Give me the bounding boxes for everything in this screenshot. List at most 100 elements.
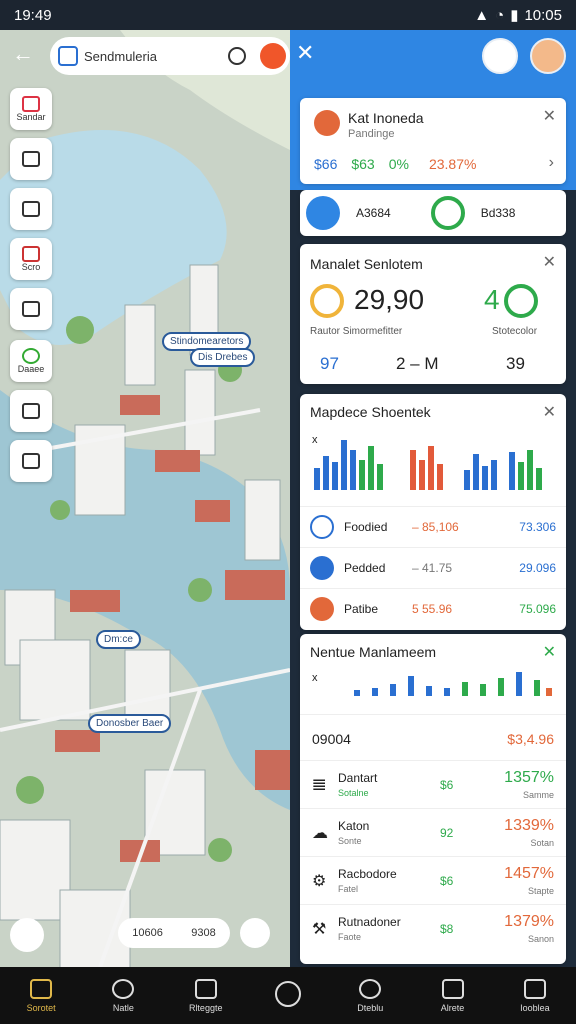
map-stat-right: 9308 [191,927,216,939]
nav-item-home[interactable]: Sorotet [6,978,76,1013]
market-panel: Manalet Senlotem ✕ 29,90 4 Rautor Simorm… [300,244,566,384]
map-label[interactable]: Dm:ce [96,630,141,649]
value-2: $63 [351,156,375,172]
row-pct: 1379% [504,912,554,930]
row-tag: Samme [522,789,554,800]
table-row[interactable]: ☁ Katon Sonte 92 1339% Sotan [300,808,566,856]
status-icons: ▲ ◔ ▮ 10:05 [474,6,562,25]
bar-chart[interactable] [314,430,554,490]
row-pct-cell: 1339% Sotan [490,817,554,849]
sidebar-item-chart[interactable] [10,390,52,432]
sidebar-item-map[interactable] [10,188,52,230]
row-mid: $6 [440,873,454,888]
chart-icon [22,403,40,419]
list-item[interactable]: Patibe 5 55.96 75.096 [300,588,566,629]
scan-icon [22,246,40,262]
mini-bar-chart[interactable] [314,666,554,696]
panel-title: Nentue Manlameem [310,644,437,660]
map-stats-pill[interactable]: 10606 9308 [118,918,230,948]
coin-icon [359,978,382,999]
top-bar: ← Sendmuleria ✕ [0,30,576,80]
app-logo-icon [58,46,78,66]
list-item[interactable]: Pedded – 41.75 29.096 [300,547,566,588]
row-name-cell: Racbodore Fatel [338,867,440,895]
nav-item-library[interactable]: Iooblea [500,978,570,1013]
sidebar-item-tag[interactable] [10,440,52,482]
chevron-right-icon[interactable]: › [549,154,554,172]
row-pct: 1339% [504,816,554,834]
row-value-2: 75.096 [519,602,556,616]
search-input[interactable]: Sendmuleria [84,49,222,64]
nav-item-center[interactable] [253,980,323,1011]
nav-item-nature[interactable]: Natle [88,978,158,1013]
gauge-icon [310,284,344,318]
nav-item-network[interactable]: Alrete [418,978,488,1013]
toggle-icon[interactable] [430,196,465,230]
map-stat-left: 10606 [132,927,163,939]
map-label[interactable]: Dis Drebes [190,348,256,367]
table-row[interactable]: ⚒ Rutnadoner Faote $8 1379% Sanon [300,904,566,952]
sidebar-item-data[interactable]: Daaee [10,340,52,382]
search-icon[interactable] [306,196,340,230]
panel-title: Manalet Senlotem [310,256,423,272]
chart-icon: 𝌆 [312,776,327,794]
sidebar-item-share[interactable] [10,288,52,330]
row-mid: $6 [440,777,454,792]
row-tag: Stapte [527,885,554,896]
nav-item-buildings[interactable]: Rlteggte [171,978,241,1013]
share-icon [22,301,40,317]
nav-label: Iooblea [520,1002,550,1013]
close-icon[interactable]: ✕ [543,402,556,422]
map-flag-button[interactable] [240,918,270,948]
circle-icon [274,980,301,1007]
overview-panel: Kat Inoneda Pandinge ✕ $66 $63 0% 23.87%… [300,98,566,184]
nav-label: Alrete [440,1002,465,1013]
hammer-icon: ⚒ [312,920,327,938]
brand-icon [314,110,340,136]
stat-3: 39 [506,354,525,373]
sidebar-item-scan[interactable]: Scro [10,238,52,280]
sidebar-label: Daaee [17,364,45,374]
cloud-icon: ☁ [312,824,328,842]
status-time: 19:49 [14,6,52,24]
device-icon[interactable] [482,38,518,74]
network-icon [441,978,464,999]
brand-icon [22,96,40,112]
management-panel: Nentue Manlameem ✕ x 09004 $3,4.96 𝌆 Dan… [300,634,566,964]
tag-icon [22,453,40,469]
bottom-nav: Sorotet Natle Rlteggte Dteblu Alrete Ioo… [0,967,576,1024]
close-icon[interactable]: ✕ [543,252,556,272]
map-location-button[interactable] [10,918,44,952]
table-row[interactable]: 𝌆 Dantart Sotalne $6 1357% Samme [300,760,566,808]
avatar[interactable] [530,38,566,74]
list-item[interactable]: Foodied – 85,106 73.306 [300,506,566,547]
voice-orb-icon[interactable] [260,43,286,69]
map-icon [22,201,40,217]
row-mid: $8 [440,921,454,936]
map-label[interactable]: Donosber Baer [88,714,172,733]
expand-icon[interactable]: ✕ [543,642,556,662]
table-row[interactable]: ⚙ Racbodore Fatel $6 1457% Stapte [300,856,566,904]
sidebar-item-layers[interactable] [10,138,52,180]
back-arrow-icon[interactable]: ← [8,40,38,70]
row-tag: Sotan [530,837,554,848]
sidebar-item-home[interactable]: Sandar [10,88,52,130]
header-left: 09004 [312,730,351,747]
stat-left: A3684 [356,206,391,220]
row-sub: Fatel [338,883,359,894]
close-icon[interactable]: ✕ [543,106,556,126]
wifi-icon: ◔ [495,6,505,24]
row-name: Patibe [344,602,379,616]
search-bar[interactable]: Sendmuleria [50,37,290,75]
search-icon[interactable] [228,47,246,65]
close-icon[interactable]: ✕ [296,40,314,66]
nav-item-data[interactable]: Dteblu [335,978,405,1013]
row-pct-cell: 1457% Stapte [490,865,554,897]
big-value: 29,90 [354,284,425,315]
panel-subtitle: Pandinge [348,128,395,140]
status-clock: 10:05 [524,6,562,24]
value-4: 23.87% [428,156,477,172]
row-pct-cell: 1379% Sanon [490,913,554,945]
caption-right: Stotecolor [492,326,538,337]
nav-label: Dteblu [357,1002,384,1013]
